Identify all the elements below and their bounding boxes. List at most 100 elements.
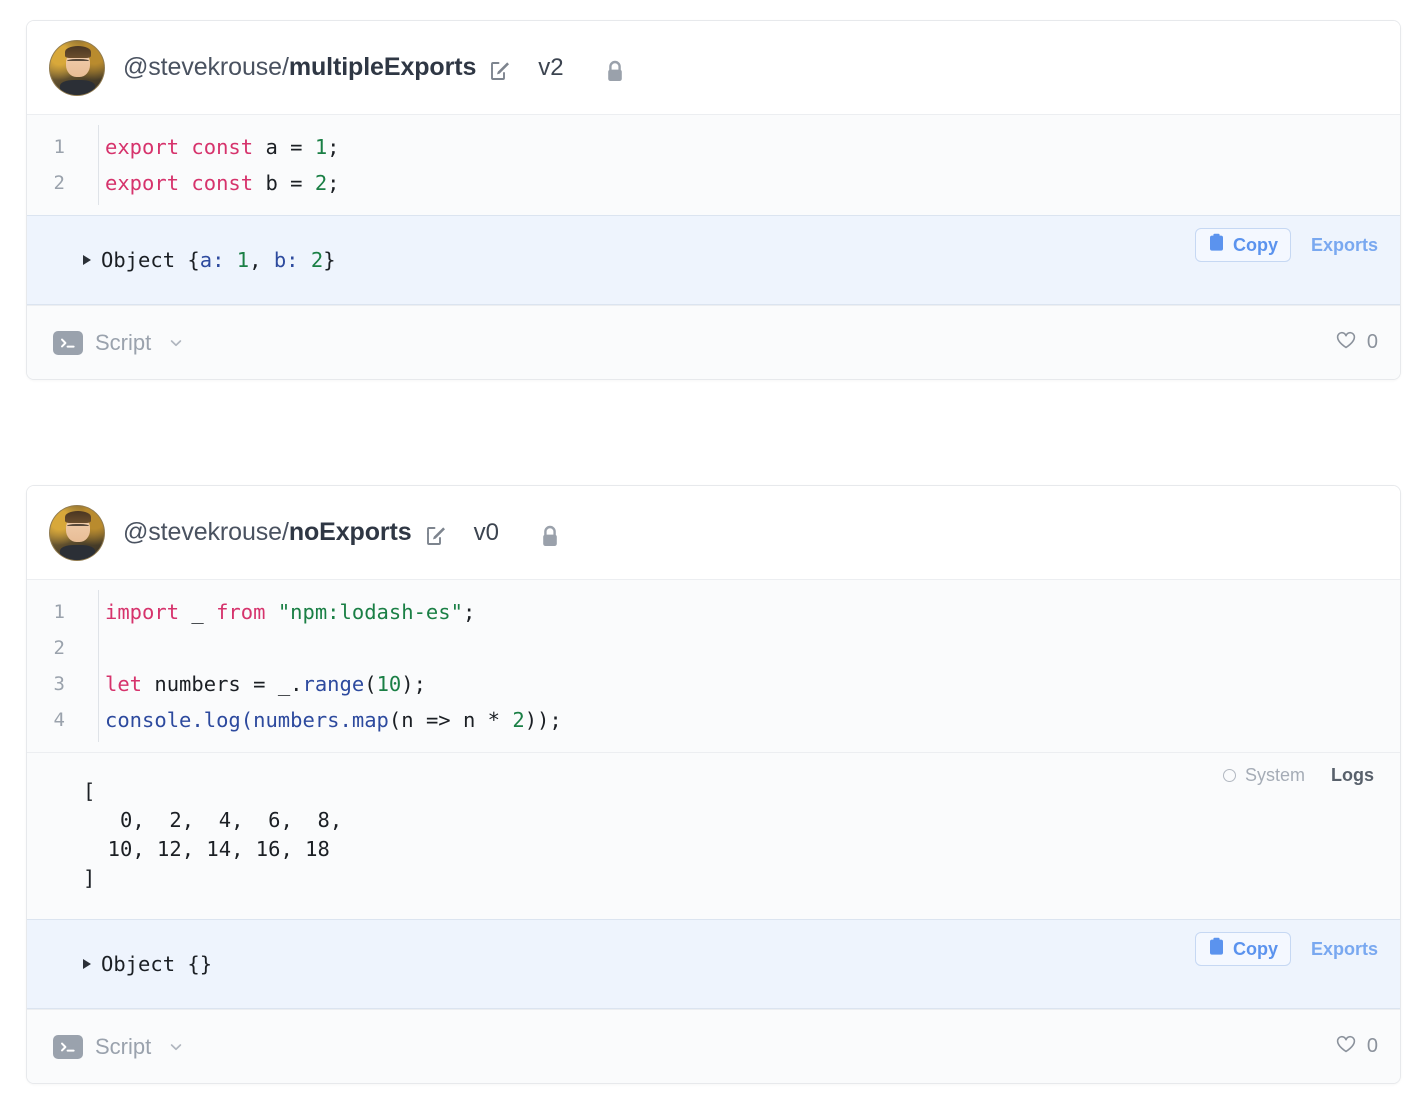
logs-panel: System Logs [ 0, 2, 4, 6, 8, 10, 12, 14,…	[27, 752, 1400, 919]
code-token: =>	[426, 708, 463, 732]
object-space	[175, 248, 187, 272]
object-close-brace: }	[200, 952, 212, 976]
chevron-down-icon[interactable]	[169, 336, 183, 350]
object-space	[175, 952, 187, 976]
object-label: Object	[101, 952, 175, 976]
code-token: .	[191, 708, 203, 732]
code-editor[interactable]: 1export const a = 1;2export const b = 2;	[27, 115, 1400, 215]
gutter-divider	[98, 590, 99, 742]
code-token: export const	[105, 171, 265, 195]
like-count: 0	[1367, 1035, 1378, 1058]
code-token: export const	[105, 135, 265, 159]
code-token: );	[401, 672, 426, 696]
code-text: export const a = 1;	[81, 129, 340, 165]
code-token: map	[352, 708, 389, 732]
val-title: @stevekrouse/multipleExports	[123, 53, 476, 82]
terminal-icon	[53, 1035, 83, 1059]
copy-button[interactable]: Copy	[1195, 932, 1291, 966]
tab-exports[interactable]: Exports	[1311, 939, 1378, 960]
code-token: let	[105, 672, 154, 696]
object-preview[interactable]: Object {a: 1, b: 2}	[27, 248, 336, 272]
code-token: numbers	[253, 708, 339, 732]
object-open-brace: {	[187, 952, 199, 976]
avatar-glasses	[67, 524, 90, 529]
title-slash: /	[282, 518, 289, 547]
val-name[interactable]: multipleExports	[289, 53, 476, 82]
tab-exports[interactable]: Exports	[1311, 235, 1378, 256]
code-token: =	[290, 135, 315, 159]
edit-pencil-square-icon[interactable]	[488, 59, 512, 83]
avatar[interactable]	[49, 40, 105, 96]
line-number: 2	[27, 630, 81, 666]
version-label: v2	[538, 54, 563, 82]
avatar-hair	[65, 511, 91, 523]
code-token: .	[290, 672, 302, 696]
code-text: import _ from "npm:lodash-es";	[81, 594, 475, 630]
object-separator: ,	[249, 248, 274, 272]
object-entries: a: 1, b: 2	[200, 248, 323, 272]
log-line: 10, 12, 14, 16, 18	[27, 835, 1400, 864]
exports-panel-actions: Copy Exports	[1195, 228, 1378, 262]
code-token: range	[303, 672, 365, 696]
expand-triangle-icon[interactable]	[83, 959, 91, 969]
tab-system-label: System	[1245, 765, 1305, 786]
expand-triangle-icon[interactable]	[83, 255, 91, 265]
object-value: 1	[237, 248, 249, 272]
clipboard-icon	[1208, 937, 1225, 961]
log-line: [	[27, 777, 1400, 806]
code-token: ;	[327, 135, 339, 159]
code-token: numbers	[154, 672, 253, 696]
chevron-down-icon[interactable]	[169, 1040, 183, 1054]
author-handle[interactable]: @stevekrouse	[123, 53, 282, 82]
like-control[interactable]: 0	[1335, 1034, 1378, 1060]
code-token: ;	[327, 171, 339, 195]
log-line: 0, 2, 4, 6, 8,	[27, 806, 1400, 835]
clipboard-icon	[1208, 233, 1225, 257]
object-label: Object	[101, 248, 175, 272]
line-number: 4	[27, 702, 81, 738]
object-key: b:	[274, 248, 311, 272]
code-token: ));	[525, 708, 562, 732]
code-token: n	[463, 708, 488, 732]
avatar-hair	[65, 46, 91, 58]
code-token: .	[340, 708, 352, 732]
line-number: 2	[27, 165, 81, 201]
code-token: =	[290, 171, 315, 195]
code-line: 1export const a = 1;	[27, 129, 1400, 165]
terminal-icon	[53, 331, 83, 355]
code-token: _	[191, 600, 216, 624]
object-close-brace: }	[323, 248, 335, 272]
code-token: (	[241, 708, 253, 732]
code-text: console.log(numbers.map(n => n * 2));	[81, 702, 562, 738]
code-token: (	[364, 672, 376, 696]
object-preview[interactable]: Object {}	[27, 952, 212, 976]
val-type-selector[interactable]: Script	[53, 330, 183, 356]
code-lines-container: 1import _ from "npm:lodash-es";23let num…	[27, 594, 1400, 738]
val-type-label: Script	[95, 1034, 151, 1060]
val-footer: Script 0	[27, 1009, 1400, 1083]
code-token: =	[253, 672, 278, 696]
code-editor[interactable]: 1import _ from "npm:lodash-es";23let num…	[27, 580, 1400, 752]
val-card-noexports: @stevekrouse/noExports v0 1import _ from	[26, 485, 1401, 1084]
copy-button[interactable]: Copy	[1195, 228, 1291, 262]
avatar-glasses	[67, 59, 90, 64]
code-token: a	[265, 135, 290, 159]
heart-outline-icon	[1335, 1034, 1357, 1060]
val-header: @stevekrouse/noExports v0	[27, 486, 1400, 580]
edit-pencil-square-icon[interactable]	[424, 524, 448, 548]
val-type-selector[interactable]: Script	[53, 1034, 183, 1060]
avatar-body	[60, 80, 96, 94]
gutter-divider	[98, 125, 99, 205]
exports-panel: Object {} Copy Exports	[27, 919, 1400, 1009]
tab-system[interactable]: System	[1223, 765, 1305, 786]
val-name[interactable]: noExports	[289, 518, 412, 547]
val-type-label: Script	[95, 330, 151, 356]
avatar[interactable]	[49, 505, 105, 561]
lock-closed-icon	[537, 524, 563, 550]
code-token: n	[401, 708, 426, 732]
code-token: (	[389, 708, 401, 732]
exports-panel-actions: Copy Exports	[1195, 932, 1378, 966]
like-control[interactable]: 0	[1335, 330, 1378, 356]
author-handle[interactable]: @stevekrouse	[123, 518, 282, 547]
tab-logs[interactable]: Logs	[1331, 765, 1374, 786]
